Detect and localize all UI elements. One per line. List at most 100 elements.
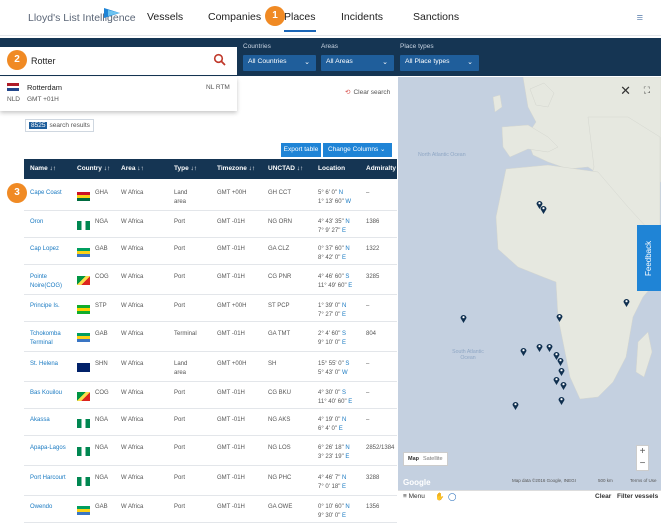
circle-icon[interactable]: ◯ — [448, 492, 456, 501]
place-name-link[interactable]: Tchokomba Terminal — [30, 330, 74, 348]
map-pin-icon[interactable] — [558, 392, 565, 405]
clear-search-link[interactable]: ⟲ Clear search — [345, 88, 390, 96]
map-clear-button[interactable]: Clear — [595, 493, 611, 500]
table-row[interactable]: Owendo GAB W Africa Port GMT -01H GA OWE 0° 10… — [24, 496, 397, 523]
map-type-satellite[interactable]: Satellite — [423, 456, 443, 462]
areas-select[interactable]: All Areas ⌄ — [321, 55, 394, 71]
export-table-button[interactable]: Export table — [281, 143, 321, 157]
map-pin-icon[interactable] — [623, 294, 630, 307]
place-search-input[interactable] — [0, 47, 237, 75]
table-row[interactable]: Principe Is. STP W Africa Port GMT +00H ST PC… — [24, 295, 397, 322]
menu-icon[interactable]: ≡ — [637, 12, 643, 24]
table-row[interactable]: Tchokomba Terminal GAB W Africa Terminal GMT… — [24, 322, 397, 352]
place-name-link[interactable]: Pointe Noire(COG) — [30, 273, 74, 291]
map-pin-icon[interactable] — [536, 339, 543, 352]
table-row[interactable]: St. Helena SHN W Africa Land area GMT +00H SH… — [24, 352, 397, 382]
place-name-link[interactable]: Cape Coast — [30, 189, 74, 198]
country-flag-icon — [77, 304, 90, 314]
place-name-link[interactable]: Apapa-Lagos — [30, 444, 74, 453]
place-name-link[interactable]: Port Harcourt — [30, 474, 74, 483]
column-header-admiralty[interactable]: Admiralty — [366, 165, 396, 172]
place-name-link[interactable]: Akassa — [30, 416, 74, 425]
longitude-dir: E — [342, 227, 347, 234]
nav-link-vessels[interactable]: Vessels — [147, 11, 183, 23]
type-value: Land area — [174, 361, 188, 376]
latitude-dir: N — [338, 190, 344, 196]
feedback-tab[interactable]: Feedback — [637, 225, 661, 291]
map-pin-icon[interactable] — [558, 363, 565, 376]
table-row[interactable]: Pointe Noire(COG) COG W Africa Port GMT -01H… — [24, 265, 397, 295]
map-pin-icon[interactable] — [540, 201, 547, 214]
table-row[interactable]: Apapa-Lagos NGA W Africa Port GMT -01H NG LOS… — [24, 436, 397, 466]
map-pin-icon[interactable] — [460, 310, 467, 323]
nav-link-sanctions[interactable]: Sanctions — [413, 11, 459, 23]
map-pin-icon[interactable] — [520, 343, 527, 356]
search-icon[interactable] — [213, 53, 227, 67]
column-header-unctad[interactable]: UNCTAD ↓↑ — [268, 165, 303, 172]
column-header-type[interactable]: Type ↓↑ — [174, 165, 197, 172]
location-value: 0° 37' 60" N 8° 42' 0" E — [318, 245, 350, 263]
areas-value: All Areas — [326, 58, 353, 65]
map-pin-icon[interactable] — [546, 339, 553, 352]
results-number: 8525 — [29, 122, 48, 129]
area-value: W Africa — [121, 445, 144, 451]
column-header-timezone[interactable]: Timezone ↓↑ — [217, 165, 255, 172]
map-close-icon[interactable]: ✕ — [620, 83, 631, 99]
column-header-name[interactable]: Name ↓↑ — [30, 165, 56, 172]
zoom-out-button[interactable]: − — [637, 458, 648, 470]
location-value: 6° 26' 18" N 3° 23' 19" E — [318, 444, 350, 462]
table-row[interactable]: Bas Kouilou COG W Africa Port GMT -01H CG BKU… — [24, 382, 397, 409]
place-name-link[interactable]: Principe Is. — [30, 302, 74, 311]
nav-link-places[interactable]: Places — [284, 11, 316, 32]
map-panel[interactable]: ✕ ⛶ NorwayFinlandSwedenEstoniaBelarusPol… — [398, 77, 661, 490]
place-name-link[interactable]: Cap Lopez — [30, 245, 74, 254]
table-row[interactable]: Akassa NGA W Africa Port GMT -01H NG AKS 4° 19… — [24, 409, 397, 436]
place-name-link[interactable]: Bas Kouilou — [30, 389, 74, 398]
place-name-link[interactable]: Owendo — [30, 503, 74, 512]
nav-link-incidents[interactable]: Incidents — [341, 11, 383, 23]
terms-link[interactable]: Terms of Use — [630, 478, 657, 483]
unctad-value: GA CLZ — [268, 245, 290, 252]
map-type-map[interactable]: Map — [408, 456, 419, 462]
map-pin-icon[interactable] — [560, 377, 567, 390]
map-pin-icon[interactable] — [512, 397, 519, 410]
nav-link-companies[interactable]: Companies — [208, 11, 261, 23]
change-columns-button[interactable]: Change Columns ⌄ — [323, 143, 392, 157]
table-row[interactable]: Port Harcourt NGA W Africa Port GMT -01H NG P… — [24, 466, 397, 496]
country-code: COG — [95, 274, 109, 280]
longitude-dir: W — [345, 199, 352, 205]
place-types-select[interactable]: All Place types ⌄ — [400, 55, 479, 71]
countries-select[interactable]: All Countries ⌄ — [243, 55, 316, 71]
type-value: Port — [174, 445, 186, 451]
map-pin-icon[interactable] — [557, 353, 564, 366]
place-name-link[interactable]: Oron — [30, 218, 74, 227]
unctad-value: SH — [268, 361, 277, 367]
column-header-country[interactable]: Country ↓↑ — [77, 165, 110, 172]
map-pin-icon[interactable] — [556, 309, 563, 322]
location-value: 4° 46' 7" N 7° 0' 18" E — [318, 474, 346, 492]
search-suggestion[interactable]: Rotterdam NLD GMT +01H NL RTM — [0, 77, 237, 111]
map-expand-icon[interactable]: ⛶ — [644, 85, 650, 96]
type-value: Port — [174, 218, 186, 225]
longitude-dir: E — [348, 398, 353, 405]
table-row[interactable]: Cape Coast GHA W Africa Land area GMT +00H GH… — [24, 181, 397, 211]
hand-icon[interactable]: ✋ — [435, 492, 444, 501]
zoom-in-button[interactable]: + — [637, 446, 648, 458]
country-code: GAB — [95, 245, 108, 252]
longitude-dir: E — [342, 512, 347, 519]
map-menu-button[interactable]: ≡ Menu — [403, 493, 425, 500]
step-badge-3: 3 — [7, 183, 27, 203]
longitude-dir: E — [338, 425, 343, 432]
map-type-toggle[interactable]: Map Satellite — [403, 452, 448, 466]
filter-vessels-button[interactable]: Filter vessels — [617, 493, 658, 500]
latitude-dir: N — [342, 302, 347, 309]
latitude: 6° 26' 18" — [318, 445, 344, 451]
table-row[interactable]: Cap Lopez GAB W Africa Port GMT -01H GA CLZ 0°… — [24, 238, 397, 265]
place-name-link[interactable]: St. Helena — [30, 360, 74, 369]
country-flag-icon — [77, 247, 90, 257]
map-pin-icon[interactable] — [553, 372, 560, 385]
column-header-area[interactable]: Area ↓↑ — [121, 165, 144, 172]
table-row[interactable]: Oron NGA W Africa Port GMT -01H NG ORN 4° 43' … — [24, 211, 397, 238]
longitude: 6° 4' 0" — [318, 425, 338, 432]
longitude-dir: E — [348, 283, 353, 289]
